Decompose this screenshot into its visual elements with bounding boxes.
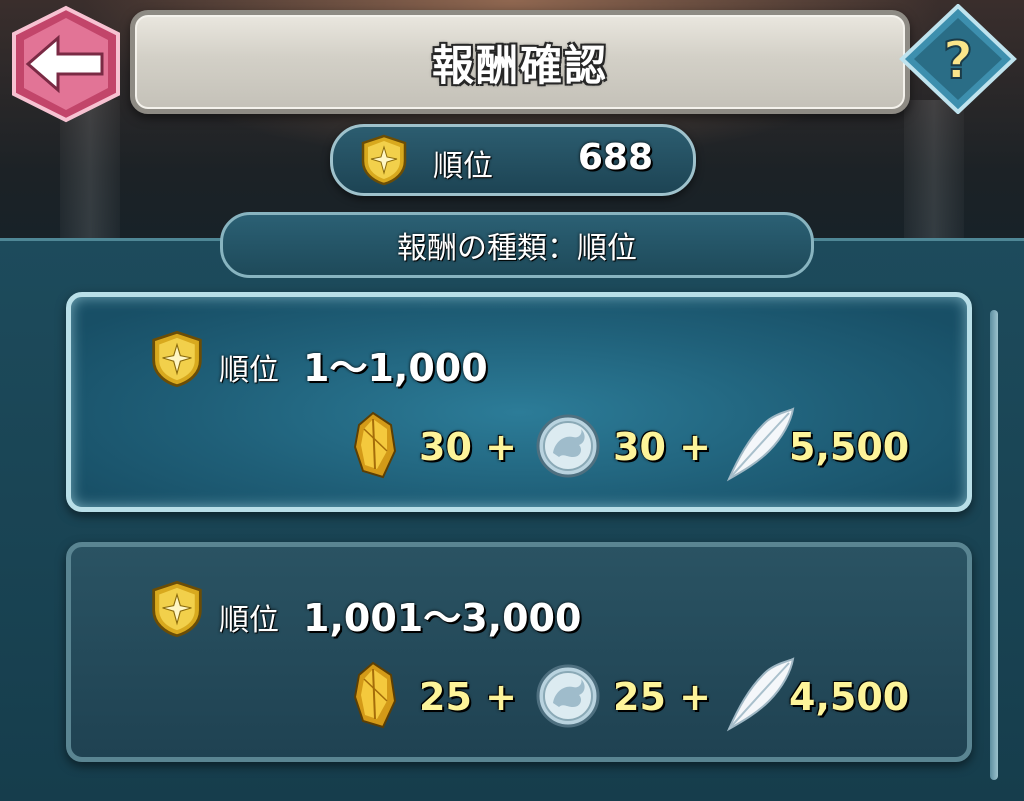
tier-range: 1～1,000 <box>303 346 488 390</box>
tier-label: 順位 <box>219 603 279 638</box>
rank-medal-icon <box>361 134 407 186</box>
header-title-bar: 報酬確認 <box>130 10 910 114</box>
arrow-left-icon <box>12 5 120 123</box>
reward-amount: 4,500 <box>789 675 910 719</box>
back-button[interactable] <box>6 4 126 124</box>
rank-medal-icon <box>152 580 202 638</box>
rank-medal-icon <box>152 330 202 388</box>
silver-coin-icon <box>536 414 600 478</box>
question-icon: ? <box>899 3 1017 115</box>
scrollbar[interactable] <box>990 310 998 780</box>
reward-amount: 25 + <box>613 675 711 719</box>
reward-tier-card[interactable]: 順位 1,001～3,000 25 + 25 + 4,500 <box>66 542 972 762</box>
reward-type-tab: 報酬の種類：順位 <box>220 212 814 278</box>
reward-amount: 5,500 <box>789 425 910 469</box>
reward-amount: 30 + <box>419 425 517 469</box>
tier-label: 順位 <box>219 353 279 388</box>
tier-range: 1,001～3,000 <box>303 596 582 640</box>
rank-value: 688 <box>577 137 653 178</box>
reward-amount: 30 + <box>613 425 711 469</box>
help-button[interactable]: ? <box>898 3 1018 115</box>
reward-tier-card[interactable]: 順位 1～1,000 30 + 30 + 5,500 <box>66 292 972 512</box>
current-rank-display: 順位 688 <box>330 124 696 196</box>
rank-label: 順位 <box>433 149 493 184</box>
silver-coin-icon <box>536 664 600 728</box>
page-title: 報酬確認 <box>431 40 608 90</box>
orb-crystal-icon <box>353 411 397 479</box>
feather-icon <box>726 407 795 482</box>
reward-amount: 25 + <box>419 675 517 719</box>
orb-crystal-icon <box>353 661 397 729</box>
feather-icon <box>726 657 795 732</box>
help-label: ? <box>943 31 973 91</box>
reward-type-label: 報酬の種類：順位 <box>397 231 637 266</box>
